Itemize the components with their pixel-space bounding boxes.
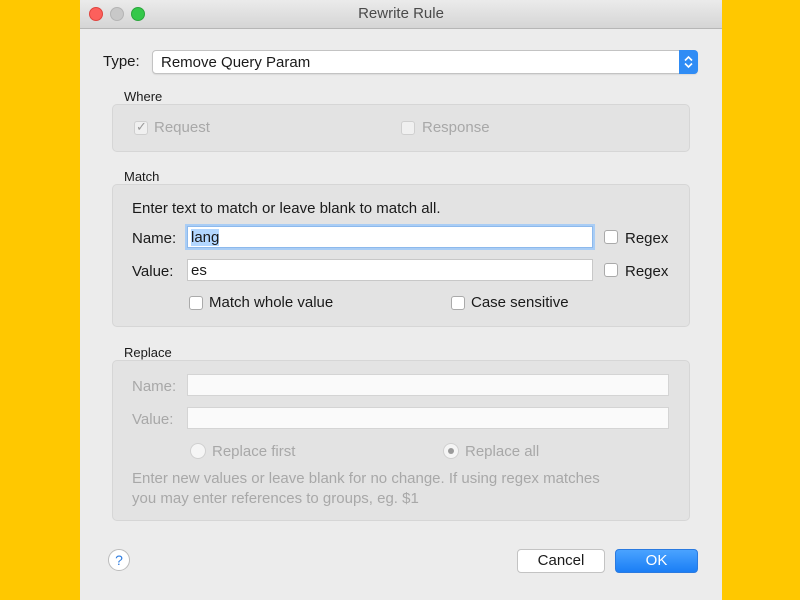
title-bar: Rewrite Rule xyxy=(80,0,722,29)
type-label: Type: xyxy=(103,53,140,70)
replace-value-label: Value: xyxy=(132,411,174,428)
match-value-text: es xyxy=(191,262,207,279)
ok-button[interactable]: OK xyxy=(615,549,698,573)
rewrite-rule-dialog: Rewrite Rule Type: Remove Query Param Wh… xyxy=(80,0,722,600)
value-regex-checkbox[interactable] xyxy=(604,263,618,277)
match-whole-value-checkbox[interactable] xyxy=(189,296,203,310)
window-title: Rewrite Rule xyxy=(358,5,444,22)
type-select-value: Remove Query Param xyxy=(161,54,311,71)
match-name-label: Name: xyxy=(132,230,177,247)
cancel-button[interactable]: Cancel xyxy=(517,549,605,573)
replace-all-label: Replace all xyxy=(465,443,540,460)
replace-name-input[interactable] xyxy=(187,374,669,396)
match-hint: Enter text to match or leave blank to ma… xyxy=(132,200,441,217)
checkmark-icon: ✓ xyxy=(136,119,147,134)
value-regex-label: Regex xyxy=(625,263,669,280)
match-value-label: Value: xyxy=(132,263,174,280)
match-name-input[interactable]: lang xyxy=(187,226,593,248)
name-regex-label: Regex xyxy=(625,230,669,247)
replace-hint-line1: Enter new values or leave blank for no c… xyxy=(132,470,600,487)
match-whole-value-label: Match whole value xyxy=(209,294,334,311)
help-button[interactable]: ? xyxy=(108,549,130,571)
where-group: ✓ Request Response xyxy=(112,104,690,152)
replace-hint-line2: you may enter references to groups, eg. … xyxy=(132,490,419,507)
replace-all-radio[interactable] xyxy=(443,443,459,459)
response-checkbox[interactable] xyxy=(401,121,415,135)
match-name-value: lang xyxy=(191,229,220,246)
name-regex-checkbox[interactable] xyxy=(604,230,618,244)
request-checkbox[interactable]: ✓ xyxy=(134,119,148,135)
where-section-label: Where xyxy=(124,89,163,104)
radio-selected-icon xyxy=(448,448,454,454)
response-label: Response xyxy=(422,119,490,136)
request-label: Request xyxy=(154,119,210,136)
replace-name-label: Name: xyxy=(132,378,177,395)
type-select[interactable]: Remove Query Param xyxy=(152,50,698,74)
replace-first-label: Replace first xyxy=(212,443,296,460)
match-value-input[interactable]: es xyxy=(187,259,593,281)
case-sensitive-checkbox[interactable] xyxy=(451,296,465,310)
replace-section-label: Replace xyxy=(124,345,172,360)
select-arrows-icon xyxy=(679,50,698,74)
replace-group: Name: Value: Replace first Replace all E… xyxy=(112,360,690,521)
match-group: Enter text to match or leave blank to ma… xyxy=(112,184,690,327)
case-sensitive-label: Case sensitive xyxy=(471,294,569,311)
match-section-label: Match xyxy=(124,169,160,184)
replace-first-radio[interactable] xyxy=(190,443,206,459)
replace-value-input[interactable] xyxy=(187,407,669,429)
